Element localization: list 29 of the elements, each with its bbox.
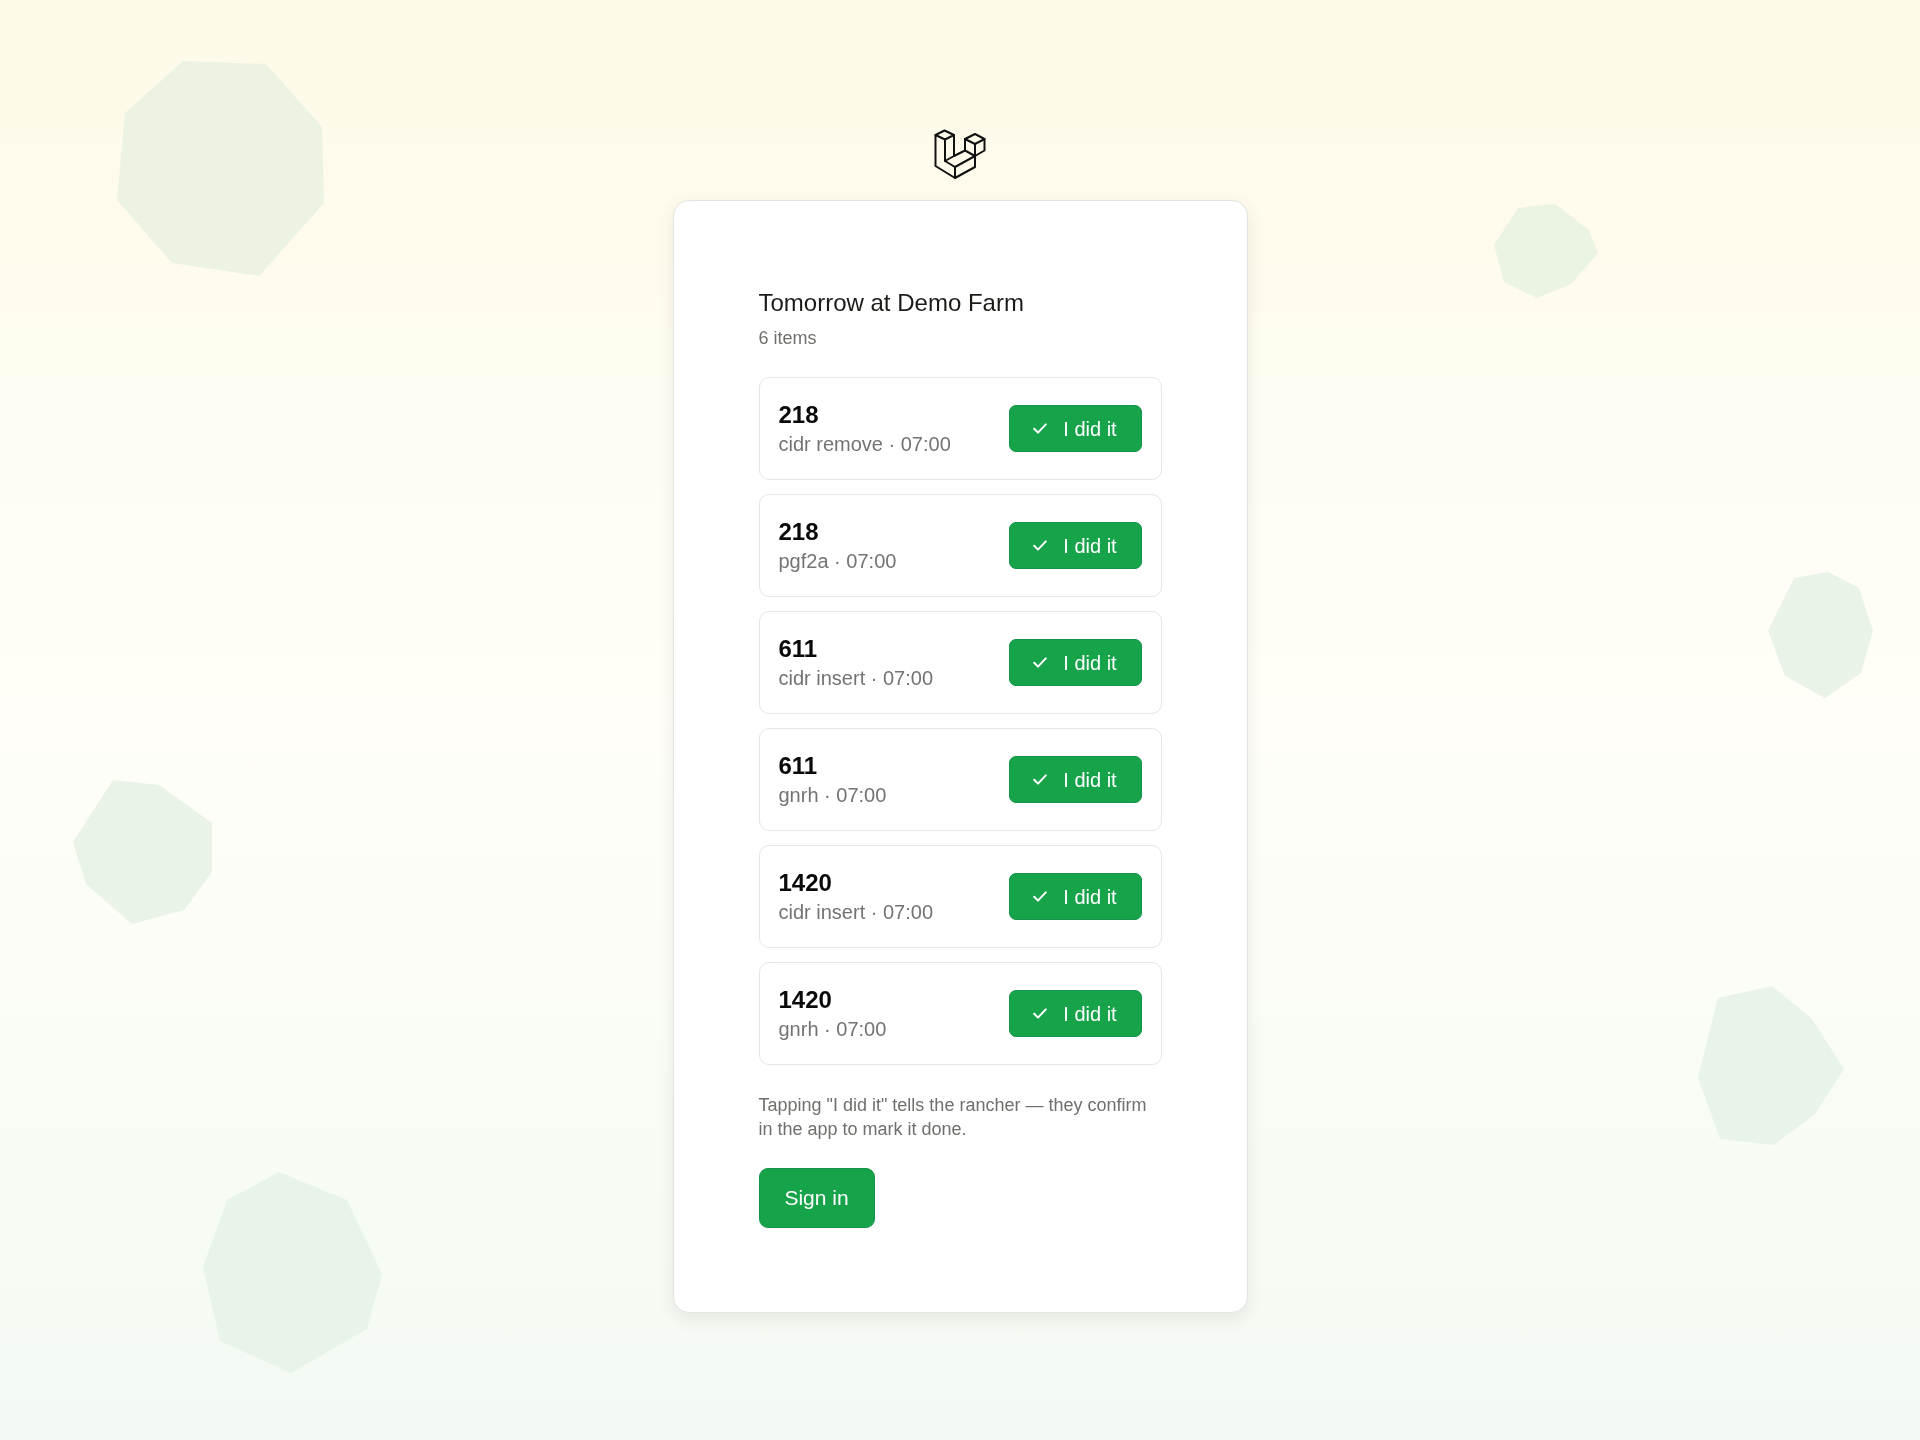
task-detail: gnrh · 07:00 <box>778 1016 887 1042</box>
check-icon <box>1033 774 1048 785</box>
animal-number: 611 <box>778 750 819 781</box>
i-did-it-button[interactable]: I did it <box>1008 405 1142 452</box>
task-detail: pgf2a · 07:00 <box>778 548 897 574</box>
check-icon <box>1033 1008 1048 1019</box>
task-detail: cidr remove · 07:00 <box>778 431 951 457</box>
animal-number: 218 <box>778 516 820 547</box>
note-text: Tapping "I did it" tells the rancher — they confirm in the app to mark it done. <box>758 1094 1148 1141</box>
card-title: Tomorrow at Demo Farm <box>758 288 1025 318</box>
check-icon <box>1033 891 1048 902</box>
animal-number: 218 <box>778 399 820 430</box>
task-detail: cidr insert · 07:00 <box>778 899 933 925</box>
check-icon <box>1033 423 1048 434</box>
i-did-it-button[interactable]: I did it <box>1008 522 1142 569</box>
i-did-it-button[interactable]: I did it <box>1008 873 1142 920</box>
stacked-cubes-logo <box>934 129 986 180</box>
i-did-it-button[interactable]: I did it <box>1008 756 1142 803</box>
task-detail: cidr insert · 07:00 <box>778 665 933 691</box>
check-icon <box>1033 657 1048 668</box>
i-did-it-button[interactable]: I did it <box>1008 639 1142 686</box>
animal-number: 611 <box>778 633 819 664</box>
item-count: 6 items <box>758 327 818 350</box>
check-icon <box>1033 540 1048 551</box>
task-detail: gnrh · 07:00 <box>778 782 887 808</box>
animal-number: 1420 <box>778 867 833 898</box>
sign-in-button[interactable]: Sign in <box>758 1168 875 1228</box>
animal-number: 1420 <box>778 984 833 1015</box>
i-did-it-button[interactable]: I did it <box>1008 990 1142 1037</box>
